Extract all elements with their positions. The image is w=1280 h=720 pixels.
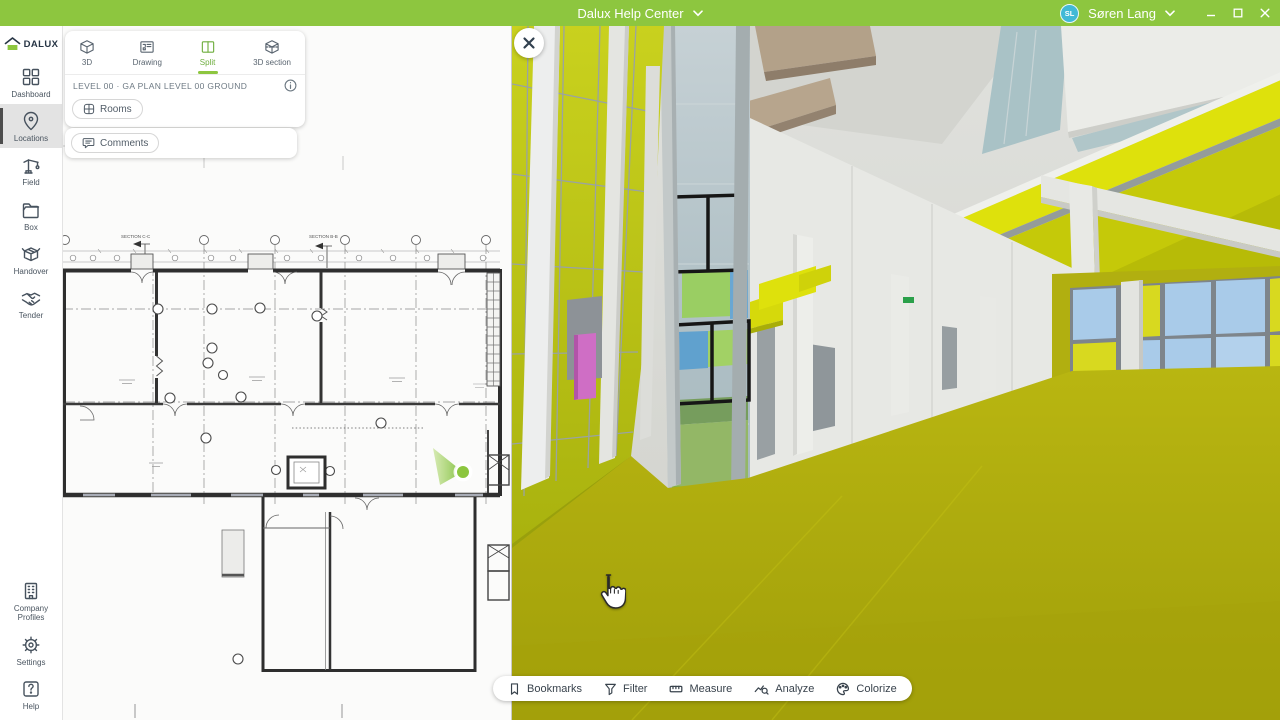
split-view-icon (200, 39, 216, 55)
handshake-icon (20, 287, 42, 309)
viewer-3d-pane (511, 26, 1280, 720)
avatar-initials: SL (1065, 9, 1075, 18)
section-label-bb: SECTION B-B (309, 234, 338, 239)
location-pin-icon (20, 110, 42, 132)
sidebar-item-settings[interactable]: Settings (0, 628, 62, 672)
sidebar-item-tender[interactable]: Tender (0, 281, 62, 325)
toolbar-label: Filter (623, 683, 647, 695)
dalux-app-window: Dalux Help Center SL Søren Lang DALUX (0, 0, 1280, 720)
level-label: LEVEL 00 · GA PLAN LEVEL 00 GROUND (73, 81, 284, 91)
minimize-button[interactable] (1206, 8, 1216, 18)
toolbar-label: Bookmarks (527, 683, 582, 695)
dalux-house-icon (4, 37, 21, 52)
comments-button-label: Comments (100, 138, 148, 149)
elevator-box (288, 457, 325, 488)
sidebar-item-field[interactable]: Field (0, 148, 62, 192)
exit-sign (903, 297, 914, 303)
project-menu-label: Dalux Help Center (577, 6, 683, 21)
sidebar-item-label: Settings (17, 658, 46, 667)
project-menu[interactable]: Dalux Help Center (577, 6, 702, 21)
bookmark-icon (508, 682, 521, 696)
dashboard-icon (20, 66, 42, 88)
dalux-logo[interactable]: DALUX (4, 37, 59, 52)
drawing-icon (139, 39, 155, 55)
bookmarks-button[interactable]: Bookmarks (497, 676, 593, 701)
analyze-icon (754, 682, 769, 696)
viewer-toolbar: Bookmarks Filter Measure Analyze Coloriz… (493, 676, 912, 701)
section-label-cc: SECTION C-C (121, 234, 151, 239)
sidebar-item-label: Help (23, 702, 39, 711)
rooms-button[interactable]: Rooms (72, 99, 143, 119)
view-mode-card: 3D Drawing Split 3D section (65, 31, 305, 127)
toolbar-label: Analyze (775, 683, 814, 695)
viewer-3d-canvas[interactable] (512, 26, 1280, 720)
folder-icon (20, 199, 42, 221)
logo-text: DALUX (24, 39, 59, 50)
toolbar-label: Measure (689, 683, 732, 695)
tab-label: 3D section (253, 58, 291, 67)
close-viewer-button[interactable] (514, 28, 544, 58)
tab-3d-section[interactable]: 3D section (249, 37, 295, 74)
sidebar-item-label: Locations (14, 134, 48, 143)
level-selector[interactable]: LEVEL 00 · GA PLAN LEVEL 00 GROUND (65, 74, 305, 96)
colorize-button[interactable]: Colorize (825, 676, 907, 701)
measure-button[interactable]: Measure (658, 676, 743, 701)
avatar[interactable]: SL (1060, 4, 1079, 23)
tab-split[interactable]: Split (196, 37, 220, 74)
filter-button[interactable]: Filter (593, 676, 658, 701)
sidebar-item-locations[interactable]: Locations (0, 104, 62, 148)
tab-label: Split (200, 58, 216, 67)
measure-icon (669, 682, 683, 696)
close-window-button[interactable] (1260, 8, 1270, 18)
sidebar-item-box[interactable]: Box (0, 193, 62, 237)
analyze-button[interactable]: Analyze (743, 676, 825, 701)
sidebar-item-label: Company Profiles (0, 604, 62, 622)
tab-label: 3D (82, 58, 92, 67)
tab-3d[interactable]: 3D (75, 37, 99, 74)
colorize-icon (836, 682, 850, 696)
floorplan-pane: SECTION C-C SECTION B-B (63, 26, 511, 720)
toolbar-label: Colorize (856, 683, 896, 695)
crane-icon (20, 154, 42, 176)
cube-3d-icon (79, 39, 95, 55)
chevron-down-icon[interactable] (1165, 10, 1175, 17)
sidebar-item-label: Box (24, 223, 38, 232)
chevron-down-icon (693, 10, 703, 17)
titlebar: Dalux Help Center SL Søren Lang (0, 0, 1280, 26)
gear-icon (20, 634, 42, 656)
comment-icon (82, 137, 95, 149)
sidebar-item-label: Tender (19, 311, 43, 320)
rooms-button-label: Rooms (100, 104, 132, 115)
sidebar-item-label: Handover (14, 267, 49, 276)
info-icon[interactable] (284, 79, 297, 92)
cube-section-icon (264, 39, 280, 55)
user-menu[interactable]: Søren Lang (1088, 6, 1156, 21)
maximize-button[interactable] (1233, 8, 1243, 18)
building-icon (20, 580, 42, 602)
sidebar-item-dashboard[interactable]: Dashboard (0, 60, 62, 104)
tab-drawing[interactable]: Drawing (129, 37, 166, 74)
help-icon (20, 678, 42, 700)
close-icon (522, 36, 536, 50)
comments-button[interactable]: Comments (71, 133, 159, 153)
sidebar-item-label: Dashboard (11, 90, 50, 99)
atrium-glass-tower (660, 26, 750, 498)
tab-label: Drawing (133, 58, 162, 67)
sidebar-item-help[interactable]: Help (0, 672, 62, 716)
view-mode-tabs: 3D Drawing Split 3D section (65, 31, 305, 74)
sidebar-item-label: Field (22, 178, 39, 187)
sidebar: DALUX Dashboard Locations Field Box Hand (0, 26, 63, 720)
filter-icon (604, 682, 617, 696)
sidebar-item-company-profiles[interactable]: Company Profiles (0, 574, 62, 627)
sidebar-item-handover[interactable]: Handover (0, 237, 62, 281)
comments-card: Comments (65, 128, 297, 158)
rooms-icon (83, 103, 95, 115)
package-icon (20, 243, 42, 265)
